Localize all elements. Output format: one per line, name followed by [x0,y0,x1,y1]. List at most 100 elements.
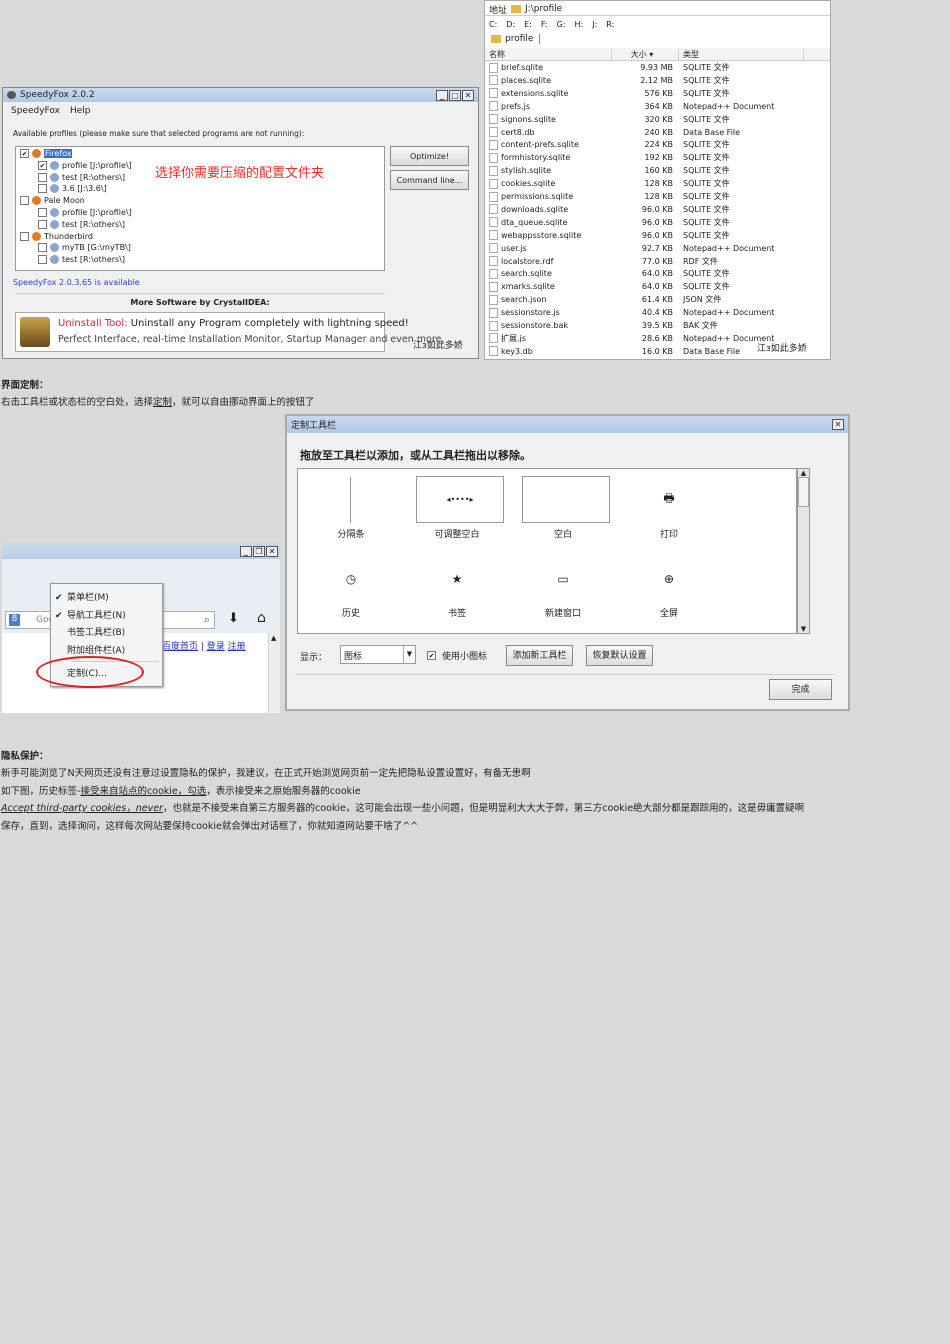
tree-node[interactable]: myTB [G:\myTB\] [38,243,131,253]
file-row[interactable]: webappsstore.sqlite 96.0 KB SQLITE 文件 [485,229,830,242]
file-row[interactable]: signons.sqlite 320 KB SQLITE 文件 [485,113,830,126]
file-row[interactable]: downloads.sqlite 96.0 KB SQLITE 文件 [485,203,830,216]
file-row[interactable]: localstore.rdf 77.0 KB RDF 文件 [485,255,830,268]
tab-profile[interactable]: profile [491,34,541,44]
file-row[interactable]: formhistory.sqlite 192 KB SQLITE 文件 [485,151,830,164]
checkbox[interactable] [20,196,29,206]
download-icon[interactable]: ⬇ [228,611,239,626]
file-row[interactable]: sessionstore.bak 39.5 KB BAK 文件 [485,319,830,332]
checkbox[interactable] [38,243,47,253]
palette-item[interactable]: ◂••••▸ 可调整空白 [409,469,505,549]
file-row[interactable]: stylish.sqlite 160 KB SQLITE 文件 [485,164,830,177]
column-name[interactable]: 名称 [485,48,612,60]
optimize-button[interactable]: Optimize! [390,146,469,166]
menu-bar: SpeedyFox Help [11,106,90,116]
small-icons-checkbox[interactable]: ✔ 使用小图标 [427,649,487,662]
login-link[interactable]: 登录 [207,642,225,652]
drive-h[interactable]: H: [574,20,583,29]
drive-d[interactable]: D: [506,20,515,29]
close-button[interactable]: ✕ [832,419,844,430]
home-icon[interactable]: ⌂ [257,610,266,626]
add-toolbar-button[interactable]: 添加新工具栏 [506,645,573,666]
column-type[interactable]: 类型 [679,48,804,60]
drive-r[interactable]: R: [606,20,614,29]
file-row[interactable]: user.js 92.7 KB Notepad++ Document [485,242,830,255]
file-size: 40.4 KB [641,308,673,318]
close-button[interactable]: ✕ [266,545,278,557]
maximize-button[interactable]: □ [449,89,461,101]
tree-node[interactable]: test [R:\others\] [38,172,125,182]
file-row[interactable]: content-prefs.sqlite 224 KB SQLITE 文件 [485,138,830,151]
checkbox[interactable] [20,231,29,241]
checkbox[interactable] [38,255,47,265]
file-row[interactable]: brief.sqlite 9.93 MB SQLITE 文件 [485,61,830,74]
file-row[interactable]: sessionstore.js 40.4 KB Notepad++ Document [485,306,830,319]
menu-speedyfox[interactable]: SpeedyFox [11,106,60,116]
search-icon[interactable]: ⌕ [204,613,210,627]
tree-node[interactable]: 3.6 [J:\3.6\] [38,184,107,194]
tree-node[interactable]: ✔ Firefox [20,149,73,158]
uninstall-tool-ad[interactable]: Uninstall Tool: Uninstall any Program co… [15,312,444,352]
menu-item[interactable]: 书签工具栏(B) [55,625,125,638]
drive-e[interactable]: E: [524,20,532,29]
done-button[interactable]: 完成 [769,679,832,700]
column-size[interactable]: 大小 ▾ [612,48,679,60]
tree-node[interactable]: Thunderbird [20,231,93,241]
checkbox[interactable]: ✔ [38,160,47,170]
minimize-button[interactable]: _ [436,89,448,101]
file-row[interactable]: prefs.js 364 KB Notepad++ Document [485,100,830,113]
register-link[interactable]: 注册 [228,642,246,652]
window-title: SpeedyFox 2.0.2 [20,90,95,100]
file-icon [489,62,498,73]
drive-g[interactable]: G: [557,20,566,29]
minimize-button[interactable]: _ [240,545,252,557]
checkbox[interactable]: ✔ [20,149,29,158]
checkbox[interactable]: ✔ [427,651,436,660]
file-row[interactable]: dta_queue.sqlite 96.0 KB SQLITE 文件 [485,216,830,229]
palette-item[interactable]: ⊕ 全屏 [621,552,717,632]
address-input[interactable]: J:\profile [525,4,562,14]
drive-f[interactable]: F: [541,20,548,29]
file-row[interactable]: search.json 61.4 KB JSON 文件 [485,293,830,306]
tree-node[interactable]: ✔ profile [J:\profile\] [38,160,132,170]
checkbox[interactable] [38,219,47,229]
customize-link[interactable]: 定制 [153,397,172,408]
palette-scrollbar[interactable]: ▲ ▼ [797,468,810,634]
checkbox[interactable] [38,172,47,182]
file-row[interactable]: cookies.sqlite 128 KB SQLITE 文件 [485,177,830,190]
restore-defaults-button[interactable]: 恢复默认设置 [586,645,653,666]
menu-item[interactable]: 附加组件栏(A) [55,643,125,656]
tree-node[interactable]: test [R:\others\] [38,255,125,265]
file-row[interactable]: cert8.db 240 KB Data Base File [485,126,830,139]
show-select[interactable]: 图标 ▼ [340,645,416,664]
restore-button[interactable]: ❐ [253,545,265,557]
update-link[interactable]: SpeedyFox 2.0.3.65 is available [13,278,140,287]
file-row[interactable]: search.sqlite 64.0 KB SQLITE 文件 [485,267,830,280]
tree-node[interactable]: profile [J:\profile\] [38,208,132,217]
close-button[interactable]: ✕ [462,89,474,101]
palette-item[interactable]: 分隔条 [303,469,399,549]
file-row[interactable]: places.sqlite 2.12 MB SQLITE 文件 [485,74,830,87]
third-party-cookies-link[interactable]: Accept third-party cookies，never [1,803,163,814]
menu-item[interactable]: ✔ 导航工具栏(N) [55,608,126,621]
palette-item[interactable]: 空白 [515,469,611,549]
palette-item[interactable]: ★ 书签 [409,552,505,632]
file-row[interactable]: extensions.sqlite 576 KB SQLITE 文件 [485,87,830,100]
checkbox[interactable] [38,208,47,217]
baidu-home-link[interactable]: 百度首页 [162,642,198,652]
scrollbar[interactable]: ▲ [268,633,280,713]
file-row[interactable]: permissions.sqlite 128 KB SQLITE 文件 [485,190,830,203]
menu-help[interactable]: Help [70,106,91,116]
palette-item[interactable]: 🖶 打印 [621,469,717,549]
palette-item[interactable]: ▭ 新建窗口 [515,552,611,632]
menu-item[interactable]: ✔ 菜单栏(M) [55,590,109,603]
accept-cookies-link[interactable]: 接受来自站点的cookie，勾选 [80,786,206,797]
tree-node[interactable]: Pale Moon [20,196,85,206]
file-row[interactable]: xmarks.sqlite 64.0 KB SQLITE 文件 [485,280,830,293]
drive-c[interactable]: C: [489,20,497,29]
palette-item[interactable]: ◷ 历史 [303,552,399,632]
tree-node[interactable]: test [R:\others\] [38,219,125,229]
checkbox[interactable] [38,184,47,194]
command-line-button[interactable]: Command line... [390,170,469,190]
drive-j[interactable]: J: [592,20,597,29]
